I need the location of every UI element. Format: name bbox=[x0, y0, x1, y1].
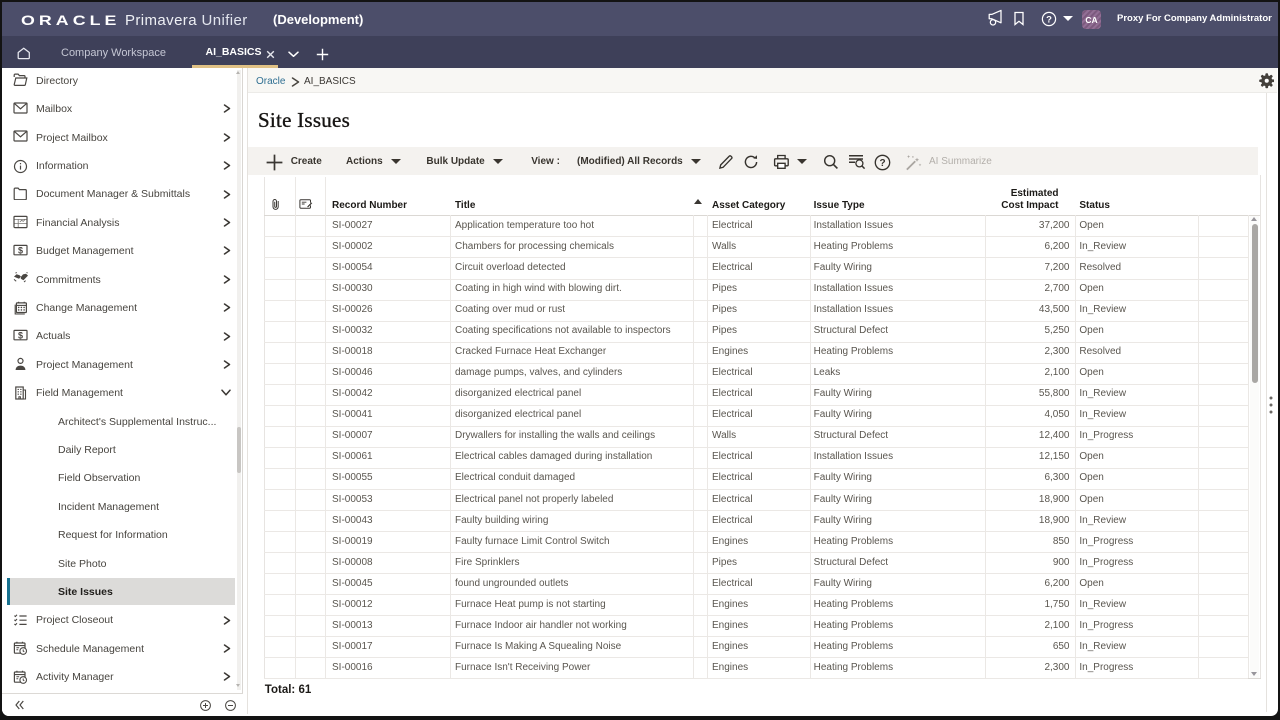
svg-text:?: ? bbox=[879, 158, 885, 169]
svg-text:?: ? bbox=[1046, 14, 1052, 25]
svg-text:CA: CA bbox=[1085, 15, 1097, 25]
svg-text:$: $ bbox=[18, 331, 23, 341]
svg-text:$: $ bbox=[18, 245, 23, 255]
